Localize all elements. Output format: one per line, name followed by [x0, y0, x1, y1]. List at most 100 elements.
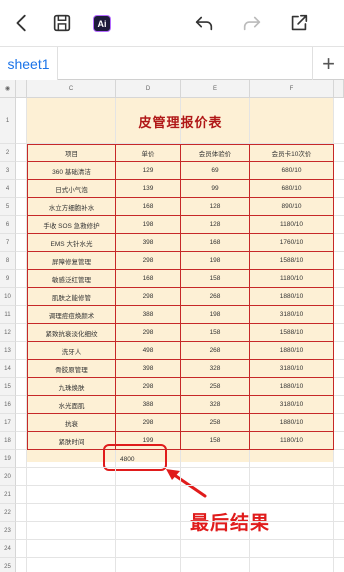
table-cell[interactable]: 1588/10 [250, 252, 334, 270]
table-header-cell[interactable]: 项目 [27, 144, 116, 162]
table-cell[interactable]: 198 [116, 216, 181, 234]
row-header-3[interactable]: 3 [0, 162, 16, 180]
table-cell[interactable]: 129 [116, 162, 181, 180]
table-cell[interactable]: 3180/10 [250, 360, 334, 378]
table-cell[interactable]: 298 [116, 378, 181, 396]
table-cell[interactable]: 388 [116, 306, 181, 324]
table-cell[interactable]: 3180/10 [250, 396, 334, 414]
table-cell[interactable]: 680/10 [250, 180, 334, 198]
table-cell[interactable]: 198 [181, 306, 250, 324]
table-cell[interactable]: 69 [181, 162, 250, 180]
table-cell[interactable]: 99 [181, 180, 250, 198]
table-cell[interactable]: 屏障修复管理 [27, 252, 116, 270]
table-cell[interactable]: 紧肤时间 [27, 432, 116, 450]
table-cell[interactable]: 680/10 [250, 162, 334, 180]
row-header-17[interactable]: 17 [0, 414, 16, 432]
column-header-e[interactable]: E [181, 80, 250, 98]
table-cell[interactable]: 398 [116, 234, 181, 252]
table-cell[interactable]: 1180/10 [250, 432, 334, 450]
share-icon[interactable] [288, 12, 310, 34]
table-cell[interactable]: 268 [181, 342, 250, 360]
row-header-1[interactable]: 1 [0, 98, 16, 144]
table-cell[interactable]: 九珠焕肤 [27, 378, 116, 396]
table-cell[interactable]: 360 基础清洁 [27, 162, 116, 180]
table-cell[interactable]: 128 [181, 198, 250, 216]
table-header-cell[interactable]: 会员卡10次价 [250, 144, 334, 162]
table-cell[interactable]: 1880/10 [250, 414, 334, 432]
table-cell[interactable]: 3180/10 [250, 306, 334, 324]
table-cell[interactable]: 198 [181, 252, 250, 270]
table-cell[interactable]: 1180/10 [250, 216, 334, 234]
column-header-d[interactable]: D [116, 80, 181, 98]
table-cell[interactable]: 洗牙人 [27, 342, 116, 360]
row-header-11[interactable]: 11 [0, 306, 16, 324]
row-header-6[interactable]: 6 [0, 216, 16, 234]
table-cell[interactable]: 168 [116, 270, 181, 288]
ai-icon[interactable]: Ai [93, 15, 111, 32]
table-cell[interactable]: 328 [181, 360, 250, 378]
row-header-4[interactable]: 4 [0, 180, 16, 198]
row-header-7[interactable]: 7 [0, 234, 16, 252]
table-cell[interactable]: 258 [181, 414, 250, 432]
row-header-18[interactable]: 18 [0, 432, 16, 450]
spreadsheet-grid[interactable]: 皮管理报价表 4800 最后结果 ◉CDEF123456789101112131… [0, 80, 344, 572]
row-header-5[interactable]: 5 [0, 198, 16, 216]
table-cell[interactable]: 298 [116, 288, 181, 306]
table-header-cell[interactable]: 单价 [116, 144, 181, 162]
tab-sheet1[interactable]: sheet1 [0, 47, 58, 80]
table-cell[interactable]: 298 [116, 414, 181, 432]
table-cell[interactable]: 紧致抗衰淡化细纹 [27, 324, 116, 342]
table-cell[interactable]: 抗衰 [27, 414, 116, 432]
table-cell[interactable]: 1880/10 [250, 342, 334, 360]
table-cell[interactable]: 水立方细胞补水 [27, 198, 116, 216]
column-header-c[interactable]: C [27, 80, 116, 98]
row-header-25[interactable]: 25 [0, 558, 16, 572]
table-cell[interactable]: 168 [116, 198, 181, 216]
table-cell[interactable]: 398 [116, 360, 181, 378]
table-cell[interactable]: 158 [181, 270, 250, 288]
table-cell[interactable]: 敏感泛红管理 [27, 270, 116, 288]
table-cell[interactable]: 139 [116, 180, 181, 198]
back-icon[interactable] [11, 12, 33, 34]
table-cell[interactable]: 1880/10 [250, 288, 334, 306]
row-header-9[interactable]: 9 [0, 270, 16, 288]
table-cell[interactable]: 158 [181, 324, 250, 342]
table-cell[interactable]: 1588/10 [250, 324, 334, 342]
corner-eye-icon[interactable]: ◉ [0, 80, 16, 98]
save-icon[interactable] [51, 12, 73, 34]
redo-icon[interactable] [241, 12, 263, 34]
row-header-8[interactable]: 8 [0, 252, 16, 270]
row-header-15[interactable]: 15 [0, 378, 16, 396]
row-header-12[interactable]: 12 [0, 324, 16, 342]
row-header-24[interactable]: 24 [0, 540, 16, 558]
table-cell[interactable]: 388 [116, 396, 181, 414]
table-cell[interactable]: 298 [116, 252, 181, 270]
table-cell[interactable]: 1760/10 [250, 234, 334, 252]
column-header[interactable] [16, 80, 27, 98]
table-cell[interactable]: 258 [181, 378, 250, 396]
table-cell[interactable]: 298 [116, 324, 181, 342]
row-header-10[interactable]: 10 [0, 288, 16, 306]
add-sheet-button[interactable]: + [312, 47, 344, 80]
column-header-f[interactable]: F [250, 80, 334, 98]
table-cell[interactable]: 128 [181, 216, 250, 234]
row-header-13[interactable]: 13 [0, 342, 16, 360]
row-header-22[interactable]: 22 [0, 504, 16, 522]
table-cell[interactable]: 骨胶原管理 [27, 360, 116, 378]
row-header-20[interactable]: 20 [0, 468, 16, 486]
table-cell[interactable]: 1180/10 [250, 270, 334, 288]
table-cell[interactable]: 328 [181, 396, 250, 414]
table-cell[interactable]: 肌肤之能修管 [27, 288, 116, 306]
table-cell[interactable]: 1880/10 [250, 378, 334, 396]
row-header-16[interactable]: 16 [0, 396, 16, 414]
table-cell[interactable]: 268 [181, 288, 250, 306]
row-header-23[interactable]: 23 [0, 522, 16, 540]
table-cell[interactable]: 890/10 [250, 198, 334, 216]
table-cell[interactable]: 498 [116, 342, 181, 360]
row-header-2[interactable]: 2 [0, 144, 16, 162]
table-cell[interactable]: 199 [116, 432, 181, 450]
row-header-14[interactable]: 14 [0, 360, 16, 378]
table-cell[interactable]: 158 [181, 432, 250, 450]
undo-icon[interactable] [193, 12, 215, 34]
table-header-cell[interactable]: 会员体验价 [181, 144, 250, 162]
